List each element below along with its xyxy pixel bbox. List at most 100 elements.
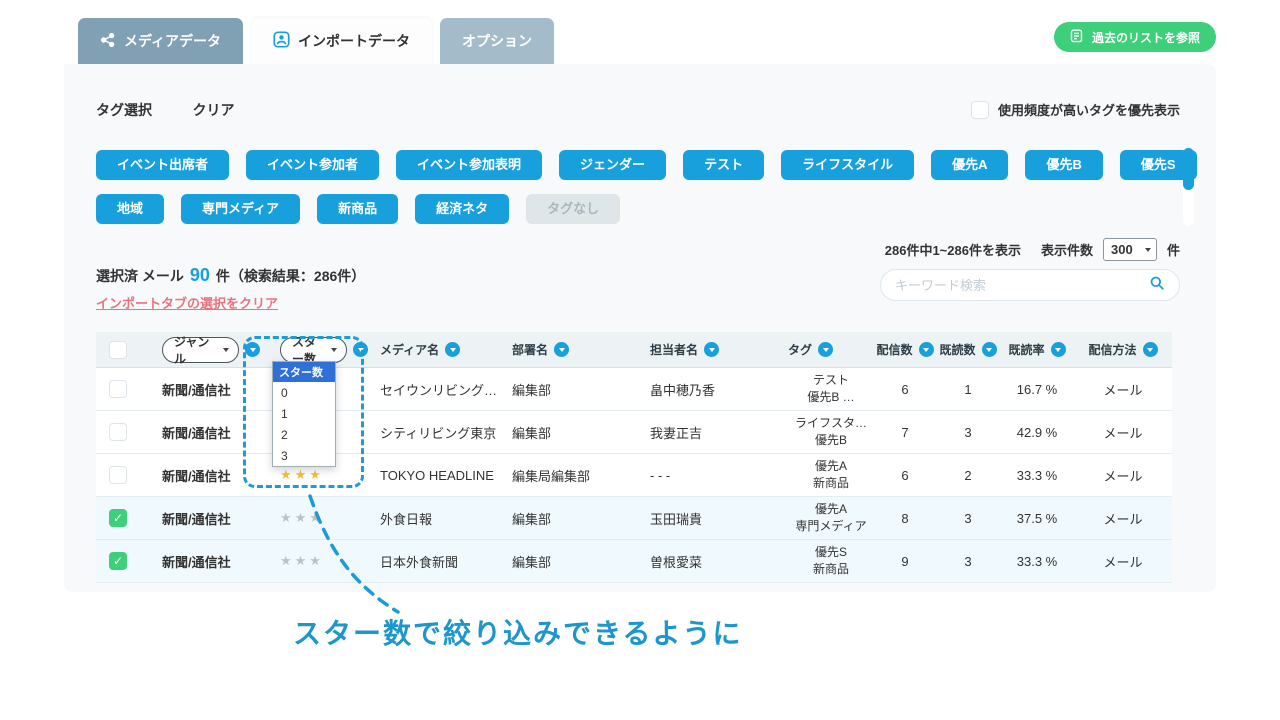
tag-button[interactable]: 優先B [1025, 150, 1102, 180]
department-cell: 編集部 [500, 423, 640, 442]
person-cell: 玉田瑞貴 [640, 509, 782, 528]
tag-button[interactable]: テスト [683, 150, 764, 180]
row-checkbox[interactable] [109, 380, 127, 398]
sort-icon[interactable] [818, 342, 833, 357]
table-row: 新聞/通信社 ★★★ TOKYO HEADLINE 編集局編集部 - - - 優… [96, 454, 1172, 497]
tag-line: 優先A [815, 458, 847, 475]
dropdown-option[interactable]: 2 [273, 424, 335, 445]
read-rate-cell: 42.9 % [1000, 425, 1074, 440]
row-checkbox-checked[interactable] [109, 509, 127, 527]
select-all-checkbox[interactable] [109, 341, 127, 359]
dropdown-option-selected[interactable]: スター数 [273, 362, 335, 382]
read-count-cell: 3 [936, 554, 1000, 569]
table-row: 新聞/通信社 シティリビング東京 編集部 我妻正吉 ライフスタ… 優先B 7 3… [96, 411, 1172, 454]
tag-button[interactable]: 新商品 [317, 194, 398, 224]
tag-line: 優先S [815, 544, 847, 561]
star-rating: ★★★ [280, 467, 324, 483]
tag-button[interactable]: ライフスタイル [781, 150, 914, 180]
col-read: 既読数 [939, 341, 975, 358]
dropdown-option[interactable]: 0 [273, 382, 335, 403]
sort-icon[interactable] [1051, 342, 1066, 357]
tags-cell: 優先A 専門メディア [782, 501, 874, 535]
row-checkbox-checked[interactable] [109, 552, 127, 570]
tag-line: 優先A [815, 501, 847, 518]
priority-tags-toggle[interactable]: 使用頻度が高いタグを優先表示 [971, 100, 1180, 119]
col-sent: 配信数 [876, 341, 912, 358]
person-cell: - - - [640, 468, 782, 483]
tags-cell: 優先A 新商品 [782, 458, 874, 492]
col-tags: タグ [788, 341, 812, 358]
sort-icon[interactable] [704, 342, 719, 357]
clear-import-selection-link[interactable]: インポートタブの選択をクリア [96, 293, 278, 312]
col-method: 配信方法 [1088, 341, 1136, 358]
per-page-value: 300 [1111, 242, 1133, 257]
person-icon [273, 31, 290, 51]
dropdown-option[interactable]: 3 [273, 445, 335, 466]
tag-button[interactable]: 優先A [931, 150, 1008, 180]
genre-cell: 新聞/通信社 [140, 423, 260, 442]
tag-button[interactable]: 地域 [96, 194, 164, 224]
table-header-row: ジャンル スター数 メディア名 部署名 担当者名 タグ 配信数 [96, 332, 1172, 368]
tag-select-label[interactable]: タグ選択 [96, 102, 152, 118]
media-name-cell: 外食日報 [368, 509, 500, 528]
priority-tags-checkbox[interactable] [971, 101, 989, 119]
tag-button[interactable]: イベント参加者 [246, 150, 379, 180]
table-row: 新聞/通信社 ★★★ 日本外食新聞 編集部 曽根愛菜 優先S 新商品 9 3 3… [96, 540, 1172, 583]
sort-icon[interactable] [445, 342, 460, 357]
tag-button-no-tag[interactable]: タグなし [526, 194, 620, 224]
person-cell: 畠中穂乃香 [640, 380, 782, 399]
row-checkbox[interactable] [109, 423, 127, 441]
per-page-select[interactable]: 300 [1103, 238, 1157, 261]
tag-button[interactable]: 専門メディア [181, 194, 300, 224]
read-count-cell: 3 [936, 511, 1000, 526]
tag-button[interactable]: 経済ネタ [415, 194, 509, 224]
col-media-name: メディア名 [380, 341, 439, 358]
genre-cell: 新聞/通信社 [140, 509, 260, 528]
genre-cell: 新聞/通信社 [140, 552, 260, 571]
tag-button[interactable]: イベント出席者 [96, 150, 229, 180]
star-filter-select[interactable]: スター数 [280, 337, 347, 363]
tab-import-data[interactable]: インポートデータ [251, 18, 432, 64]
chevron-down-icon [223, 348, 229, 352]
tab-options[interactable]: オプション [440, 18, 554, 64]
star-sort-icon[interactable] [353, 342, 368, 357]
search-input[interactable] [895, 278, 1149, 293]
tag-line: ライフスタ… [795, 415, 867, 432]
genre-sort-icon[interactable] [245, 342, 260, 357]
media-table: ジャンル スター数 メディア名 部署名 担当者名 タグ 配信数 [96, 332, 1172, 583]
sort-icon[interactable] [982, 342, 997, 357]
tag-button[interactable]: イベント参加表明 [396, 150, 542, 180]
person-cell: 曽根愛菜 [640, 552, 782, 571]
share-icon [100, 32, 116, 51]
tag-header-row: タグ選択 クリア 使用頻度が高いタグを優先表示 [96, 100, 1184, 122]
chevron-down-icon [1145, 248, 1151, 252]
past-list-button[interactable]: 過去のリストを参照 [1054, 22, 1216, 52]
sort-icon[interactable] [554, 342, 569, 357]
row-checkbox[interactable] [109, 466, 127, 484]
col-read-rate: 既読率 [1008, 341, 1044, 358]
star-rating: ★★★ [280, 553, 324, 569]
search-icon[interactable] [1149, 275, 1165, 296]
tag-line: 優先B [815, 432, 847, 449]
tag-clear-button[interactable]: クリア [192, 102, 234, 118]
list-controls: 286件中1~286件を表示 表示件数 300 件 [885, 238, 1180, 261]
star-filter-dropdown: スター数 0 1 2 3 [272, 361, 336, 467]
sort-icon[interactable] [919, 342, 934, 357]
genre-cell: 新聞/通信社 [140, 466, 260, 485]
scrollbar-thumb[interactable] [1183, 148, 1194, 190]
tag-scrollbar[interactable] [1183, 148, 1194, 226]
selection-summary: 選択済 メール 90 件（検索結果：286件） [96, 265, 365, 286]
department-cell: 編集局編集部 [500, 466, 640, 485]
tag-button[interactable]: ジェンダー [559, 150, 666, 180]
tab-label: オプション [462, 31, 532, 51]
tab-media-data[interactable]: メディアデータ [78, 18, 243, 64]
dropdown-option[interactable]: 1 [273, 403, 335, 424]
genre-filter-select[interactable]: ジャンル [162, 337, 239, 363]
sent-count-cell: 9 [874, 554, 936, 569]
result-range-text: 286件中1~286件を表示 [885, 240, 1021, 259]
sent-count-cell: 7 [874, 425, 936, 440]
sort-icon[interactable] [1143, 342, 1158, 357]
selected-mail-label: 選択済 メール [96, 266, 184, 286]
list-document-icon [1070, 29, 1085, 46]
department-cell: 編集部 [500, 509, 640, 528]
